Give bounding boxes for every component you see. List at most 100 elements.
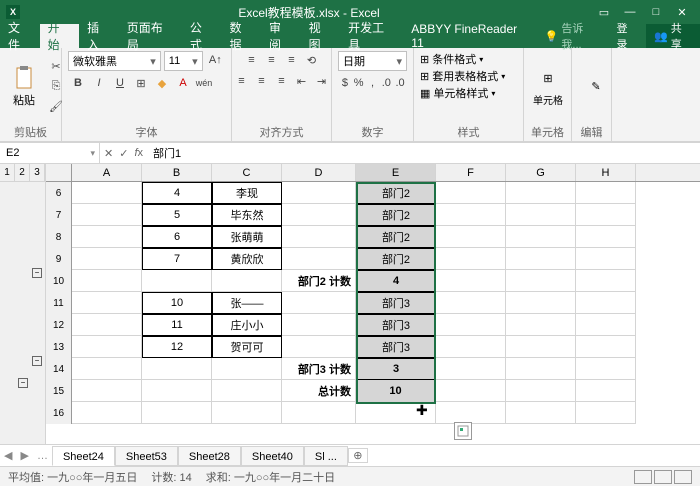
tab-data[interactable]: 数据: [221, 24, 261, 48]
cell[interactable]: [212, 358, 282, 380]
cell[interactable]: [506, 402, 576, 424]
cell[interactable]: 6: [142, 226, 212, 248]
row-header[interactable]: 11: [46, 292, 72, 314]
cell[interactable]: 5: [142, 204, 212, 226]
cell[interactable]: 11: [142, 314, 212, 336]
sheet-tab-5[interactable]: Sl ...: [304, 446, 348, 466]
maximize-button[interactable]: □: [644, 6, 668, 19]
col-E[interactable]: E: [356, 164, 436, 181]
tab-insert[interactable]: 插入: [79, 24, 119, 48]
cell[interactable]: [72, 336, 142, 358]
indent-dec[interactable]: ⇤: [292, 72, 312, 90]
cell[interactable]: [576, 358, 636, 380]
cell[interactable]: [576, 226, 636, 248]
cell-styles[interactable]: ▦单元格样式▾: [420, 85, 495, 101]
cell[interactable]: 庄小小: [212, 314, 282, 336]
cell[interactable]: [72, 226, 142, 248]
cell[interactable]: [72, 380, 142, 402]
tab-abbyy[interactable]: ABBYY FineReader 11: [403, 24, 538, 48]
currency[interactable]: $: [338, 74, 352, 92]
cell[interactable]: [212, 402, 282, 424]
row-header[interactable]: 7: [46, 204, 72, 226]
comma[interactable]: ,: [366, 74, 380, 92]
cell[interactable]: [436, 248, 506, 270]
collapse-group-2[interactable]: −: [32, 356, 42, 366]
cell[interactable]: [72, 402, 142, 424]
cell[interactable]: [576, 248, 636, 270]
cell[interactable]: [576, 292, 636, 314]
sheet-tab-4[interactable]: Sheet40: [241, 446, 304, 466]
tab-review[interactable]: 审阅: [261, 24, 301, 48]
cell[interactable]: [576, 314, 636, 336]
conditional-format[interactable]: ⊞条件格式▾: [420, 51, 483, 67]
border-button[interactable]: ⊞: [131, 74, 151, 92]
name-box[interactable]: E2▾: [0, 143, 100, 163]
outline-level-3[interactable]: 3: [30, 164, 45, 181]
cell[interactable]: [142, 380, 212, 402]
dec-decimal[interactable]: .0: [393, 74, 407, 92]
cell[interactable]: 10: [356, 380, 436, 402]
outline-level-2[interactable]: 2: [15, 164, 30, 181]
orientation[interactable]: ⟲: [302, 51, 322, 69]
fill-color[interactable]: ◆: [152, 74, 172, 92]
cell[interactable]: [282, 226, 356, 248]
view-pagelayout[interactable]: [654, 470, 672, 484]
cell[interactable]: [506, 336, 576, 358]
cell[interactable]: [142, 270, 212, 292]
cell[interactable]: [506, 380, 576, 402]
cell[interactable]: 张——: [212, 292, 282, 314]
cell[interactable]: 部门2: [356, 226, 436, 248]
cell[interactable]: [576, 336, 636, 358]
editing-button[interactable]: ✎: [578, 73, 614, 101]
cell[interactable]: 7: [142, 248, 212, 270]
cell[interactable]: [282, 402, 356, 424]
sheet-nav-next[interactable]: ▶: [16, 449, 32, 462]
cell[interactable]: [72, 248, 142, 270]
align-right[interactable]: ≡: [272, 72, 292, 90]
row-header[interactable]: 10: [46, 270, 72, 292]
view-normal[interactable]: [634, 470, 652, 484]
row-header[interactable]: 8: [46, 226, 72, 248]
tab-home[interactable]: 开始: [40, 24, 80, 48]
sheet-nav-prev[interactable]: ◀: [0, 449, 16, 462]
add-sheet-button[interactable]: ⊕: [348, 448, 368, 463]
cell[interactable]: [142, 402, 212, 424]
cell[interactable]: 部门2: [356, 182, 436, 204]
inc-decimal[interactable]: .0: [379, 74, 393, 92]
cell[interactable]: [506, 204, 576, 226]
cell[interactable]: [506, 248, 576, 270]
table-format[interactable]: ⊞套用表格格式▾: [420, 68, 505, 84]
paste-button[interactable]: 粘贴: [6, 64, 42, 110]
italic-button[interactable]: I: [89, 74, 109, 92]
cells-button[interactable]: ⊞单元格: [530, 64, 566, 109]
cell[interactable]: [436, 380, 506, 402]
cell[interactable]: [436, 314, 506, 336]
paste-options-button[interactable]: [454, 422, 472, 440]
underline-button[interactable]: U: [110, 74, 130, 92]
align-bottom[interactable]: ≡: [282, 51, 302, 69]
cell[interactable]: 12: [142, 336, 212, 358]
align-middle[interactable]: ≡: [262, 51, 282, 69]
sheet-tab-1[interactable]: Sheet24: [52, 446, 115, 466]
cell[interactable]: [436, 204, 506, 226]
font-name-combo[interactable]: 微软雅黑▾: [68, 51, 161, 71]
cell[interactable]: [506, 182, 576, 204]
row-header[interactable]: 13: [46, 336, 72, 358]
cell[interactable]: [576, 270, 636, 292]
tab-view[interactable]: 视图: [301, 24, 341, 48]
outline-level-1[interactable]: 1: [0, 164, 15, 181]
cell[interactable]: 4: [142, 182, 212, 204]
tab-dev[interactable]: 开发工具: [340, 24, 403, 48]
cell[interactable]: 部门3: [356, 292, 436, 314]
tab-file[interactable]: 文件: [0, 24, 40, 48]
cell[interactable]: 部门2: [356, 248, 436, 270]
cell[interactable]: [436, 358, 506, 380]
sheet-tab-3[interactable]: Sheet28: [178, 446, 241, 466]
login-button[interactable]: 登录: [608, 20, 646, 52]
accept-formula[interactable]: ✓: [119, 147, 128, 160]
cell[interactable]: 部门3 计数: [282, 358, 356, 380]
cell[interactable]: [282, 336, 356, 358]
col-C[interactable]: C: [212, 164, 282, 181]
cell[interactable]: [282, 204, 356, 226]
formula-bar[interactable]: 部门1: [147, 145, 700, 161]
